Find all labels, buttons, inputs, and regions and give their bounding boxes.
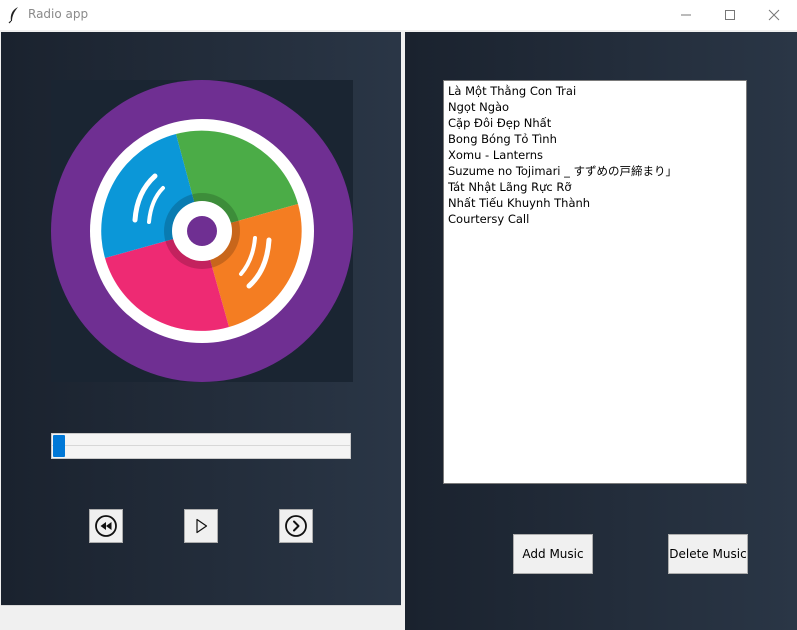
window-title: Radio app xyxy=(28,7,89,21)
progress-track xyxy=(52,445,350,446)
close-icon xyxy=(768,9,780,21)
status-strip xyxy=(1,605,401,626)
list-item[interactable]: Tát Nhật Lãng Rực Rỡ xyxy=(448,179,742,195)
play-icon xyxy=(196,518,208,534)
next-circle-icon xyxy=(285,515,307,537)
maximize-button[interactable] xyxy=(707,0,753,30)
vinyl-disc-icon xyxy=(51,80,353,382)
next-button[interactable] xyxy=(279,509,313,543)
title-bar: Radio app xyxy=(0,0,797,30)
song-progress-slider[interactable] xyxy=(51,433,351,459)
playlist-panel: Là Một Thằng Con Trai Ngọt Ngào Cặp Đôi … xyxy=(405,32,797,630)
previous-button[interactable] xyxy=(89,509,123,543)
feather-icon xyxy=(6,6,22,24)
rewind-icon xyxy=(95,515,117,537)
play-button[interactable] xyxy=(184,509,218,543)
list-item[interactable]: Courtersy Call xyxy=(448,211,742,227)
list-item[interactable]: Là Một Thằng Con Trai xyxy=(448,83,742,99)
minimize-button[interactable] xyxy=(663,0,709,30)
delete-music-button[interactable]: Delete Music xyxy=(668,534,748,574)
list-item[interactable]: Ngọt Ngào xyxy=(448,99,742,115)
list-item[interactable]: Cặp Đôi Đẹp Nhất xyxy=(448,115,742,131)
maximize-icon xyxy=(725,10,735,20)
list-item[interactable]: Xomu - Lanterns xyxy=(448,147,742,163)
player-panel xyxy=(1,32,401,605)
close-button[interactable] xyxy=(751,0,797,30)
add-music-button[interactable]: Add Music xyxy=(513,534,593,574)
list-item[interactable]: Bong Bóng Tỏ Tình xyxy=(448,131,742,147)
album-art xyxy=(51,80,353,382)
list-item[interactable]: Nhất Tiếu Khuynh Thành xyxy=(448,195,742,211)
list-item[interactable]: Suzume no Tojimari _ すずめの戸締まり」 xyxy=(448,163,742,179)
minimize-icon xyxy=(681,14,691,16)
playlist-listbox[interactable]: Là Một Thằng Con Trai Ngọt Ngào Cặp Đôi … xyxy=(443,80,747,484)
progress-handle[interactable] xyxy=(53,435,65,457)
